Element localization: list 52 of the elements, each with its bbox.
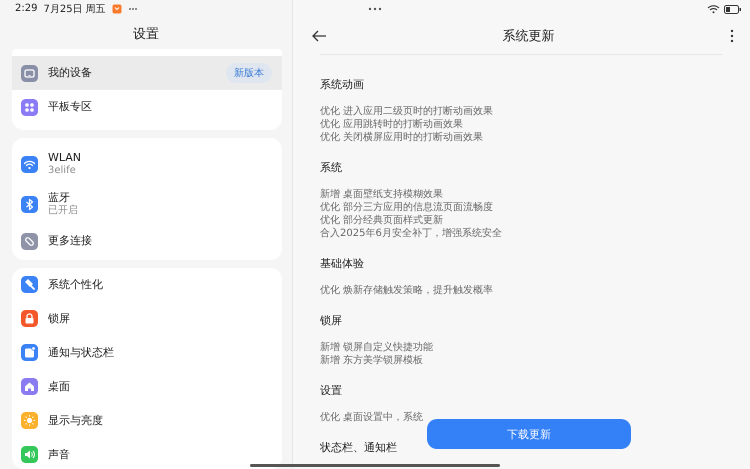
- wifi-signal-icon: [707, 4, 720, 14]
- more-icon: [730, 29, 734, 43]
- page-title: 系统更新: [502, 28, 556, 45]
- section-heading: 系统动画: [320, 77, 365, 93]
- settings-item[interactable]: 声音: [12, 438, 282, 469]
- speaker-icon: [21, 446, 38, 464]
- sun-icon: [21, 412, 38, 430]
- changelog-line: 优化 应用跳转时的打断动画效果: [320, 118, 464, 131]
- device-icon: [21, 64, 38, 82]
- new-version-badge: 新版本: [226, 63, 272, 84]
- link-icon: [21, 232, 38, 250]
- changelog-line: 合入2025年6月安全补丁，增强系统安全: [320, 227, 503, 240]
- battery-icon: [724, 4, 742, 14]
- settings-item[interactable]: 更多连接: [12, 224, 282, 258]
- section-heading: 基础体验: [320, 256, 365, 272]
- settings-item[interactable]: 系统个性化: [12, 268, 282, 302]
- changelog-line: 优化 焕新存储触发策略，提升触发概率: [320, 284, 494, 297]
- bluetooth-icon: [21, 196, 38, 213]
- back-arrow-icon: [311, 30, 327, 42]
- section-heading: 设置: [320, 383, 343, 399]
- settings-item[interactable]: WLAN 3elife: [12, 144, 282, 184]
- section-heading: 状态栏、通知栏: [320, 440, 398, 456]
- app-notification-icon: [112, 4, 122, 14]
- changelog-line: 优化 关闭横屏应用时的打断动画效果: [320, 131, 484, 144]
- changelog-line: 优化 部分三方应用的信息流页面流畅度: [320, 201, 494, 214]
- notification-icon: [21, 344, 38, 362]
- changelog-line: 优化 桌面设置中，系统: [320, 411, 424, 424]
- wifi-icon: [21, 156, 38, 173]
- lock-icon: [21, 310, 38, 328]
- page-title: 设置: [132, 26, 160, 44]
- changelog-line: 优化 部分经典页面样式更新: [320, 214, 444, 227]
- settings-item[interactable]: 蓝牙 已开启: [12, 184, 282, 224]
- settings-item[interactable]: 平板专区: [12, 90, 282, 124]
- settings-item[interactable]: 显示与亮度: [12, 404, 282, 438]
- more-options-button[interactable]: [728, 27, 736, 45]
- changelog-line: 新增 东方美学锁屏模板: [320, 354, 424, 367]
- multitask-dots-icon: [367, 6, 383, 12]
- changelog-line: 新增 锁屏自定义快捷功能: [320, 341, 434, 354]
- download-update-button[interactable]: 下载更新: [427, 419, 631, 449]
- settings-item[interactable]: 桌面: [12, 370, 282, 404]
- section-heading: 锁屏: [320, 313, 343, 329]
- changelog-line: 新增 桌面壁纸支持模糊效果: [320, 188, 444, 201]
- home-icon: [21, 378, 38, 396]
- section-heading: 系统: [320, 160, 343, 176]
- settings-item[interactable]: 我的设备 新版本: [12, 56, 282, 90]
- grid-icon: [21, 98, 38, 116]
- changelog-line: 优化 进入应用二级页时的打断动画效果: [320, 105, 494, 118]
- brush-icon: [21, 276, 38, 294]
- settings-item[interactable]: 锁屏: [12, 302, 282, 336]
- status-date: 7月25日 周五: [43, 2, 106, 16]
- status-time: 2:29: [15, 3, 38, 14]
- settings-item[interactable]: 通知与状态栏: [12, 336, 282, 370]
